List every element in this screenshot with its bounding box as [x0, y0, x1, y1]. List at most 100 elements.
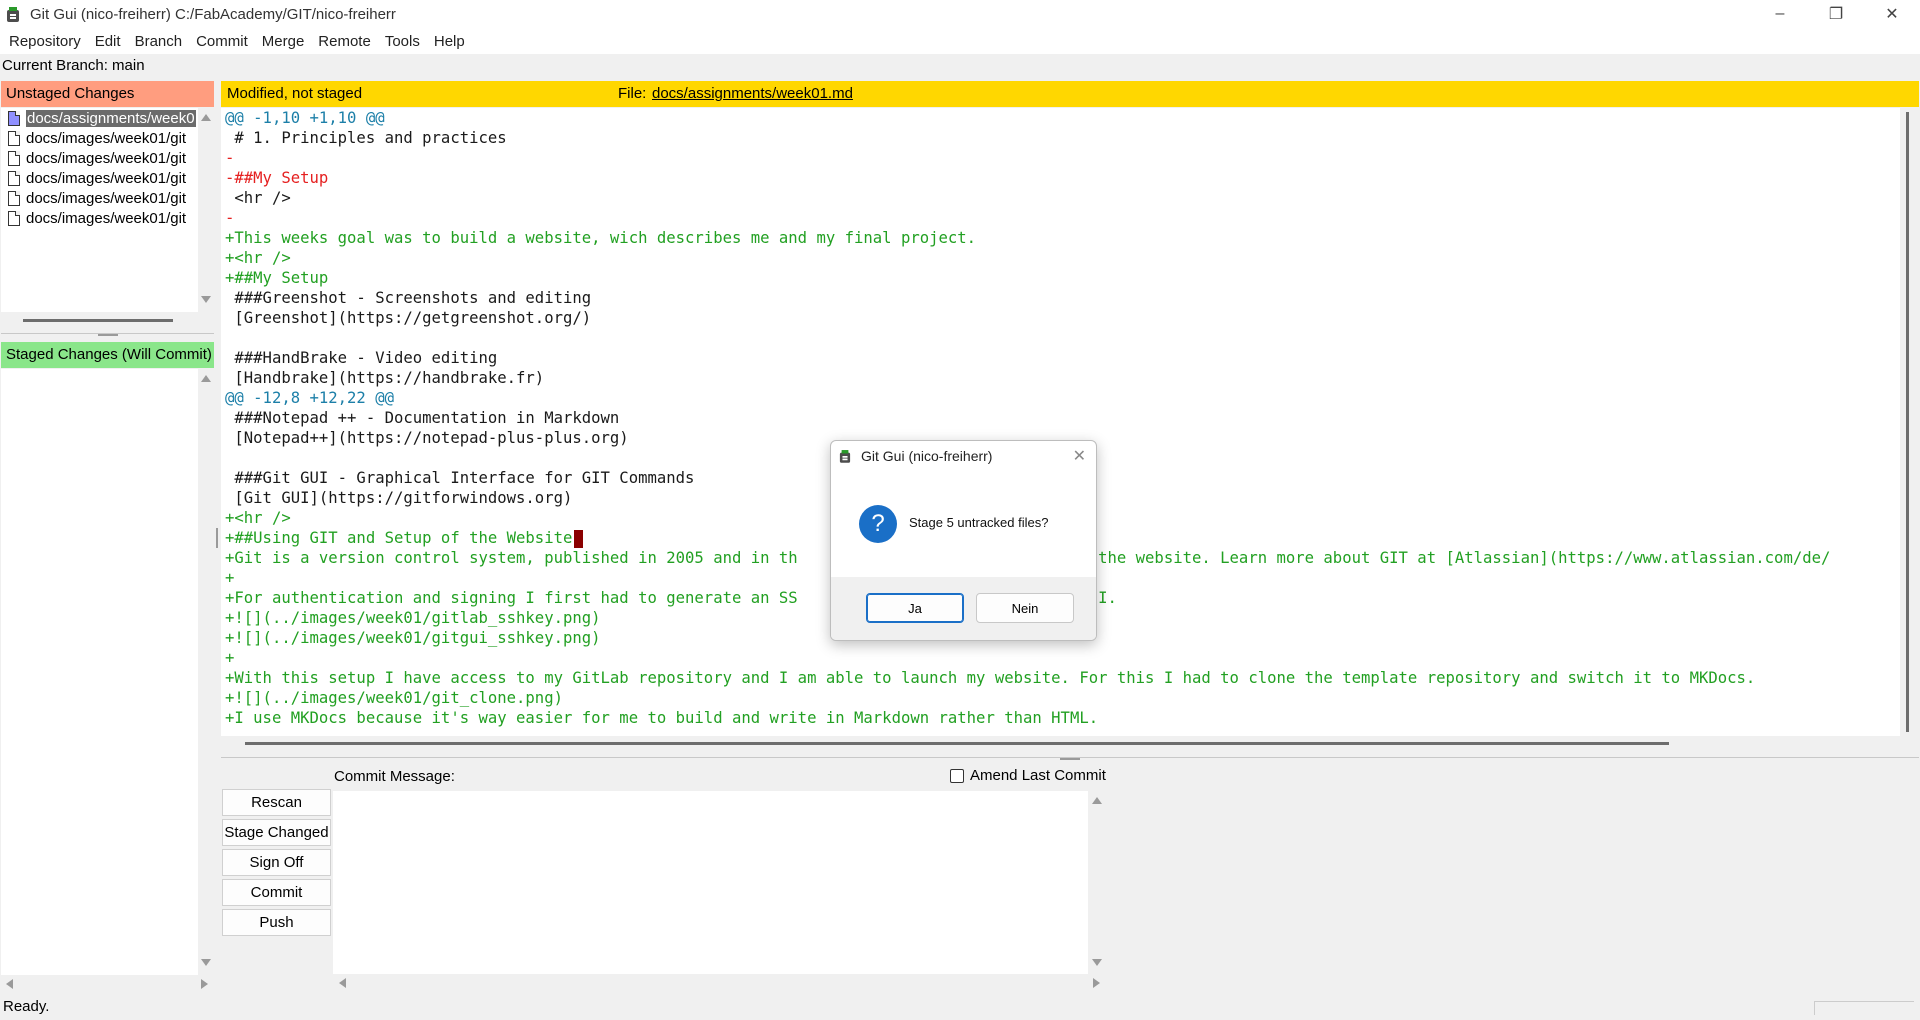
dialog-message: Stage 5 untracked files? [909, 515, 1049, 530]
scroll-up-icon[interactable] [201, 114, 211, 121]
diff-line-add: +##My Setup [225, 269, 329, 287]
menu-tools[interactable]: Tools [378, 33, 427, 50]
unstaged-file-item[interactable]: docs/images/week01/git [1, 208, 198, 228]
scroll-left-icon[interactable] [339, 978, 346, 988]
menu-edit[interactable]: Edit [88, 33, 128, 50]
diff-line-hunk: @@ -12,8 +12,22 @@ [225, 389, 394, 407]
dialog-footer: Ja Nein [831, 577, 1096, 640]
diff-header: Modified, not staged File: docs/assignme… [221, 81, 1919, 107]
diff-line-ctx: ###Greenshot - Screenshots and editing [225, 289, 592, 307]
commit-message-label: Commit Message: [334, 768, 455, 785]
diff-line-ctx [221, 328, 1901, 348]
diff-file-path[interactable]: docs/assignments/week01.md [652, 81, 853, 107]
unstaged-file-list[interactable]: docs/assignments/week0 docs/images/week0… [1, 108, 198, 312]
menu-help[interactable]: Help [427, 33, 472, 50]
push-button[interactable]: Push [222, 909, 331, 936]
file-icon [8, 130, 20, 146]
scroll-down-icon[interactable] [201, 959, 211, 966]
diff-file-label: File: [618, 85, 647, 102]
dialog-yes-button[interactable]: Ja [866, 593, 964, 623]
dialog-title-bar: Git Gui (nico-freiherr) ✕ [831, 441, 1096, 471]
scroll-down-icon[interactable] [201, 296, 211, 303]
dialog-title: Git Gui (nico-freiherr) [861, 448, 993, 464]
amend-last-commit-option[interactable]: Amend Last Commit [950, 767, 1106, 784]
scroll-right-icon[interactable] [201, 979, 208, 989]
restore-icon[interactable]: ❐ [1808, 0, 1864, 28]
diff-hscroll-thumb[interactable] [245, 742, 1669, 745]
scroll-up-icon[interactable] [1092, 797, 1102, 804]
menu-remote[interactable]: Remote [311, 33, 378, 50]
diff-viewer[interactable]: @@ -1,10 +1,10 @@ # 1. Principles and pr… [221, 108, 1901, 736]
scroll-down-icon[interactable] [1092, 959, 1102, 966]
unstaged-file-item[interactable]: docs/images/week01/git [1, 128, 198, 148]
file-icon [8, 190, 20, 206]
window-title: Git Gui (nico-freiherr) C:/FabAcademy/GI… [30, 5, 396, 23]
diff-line-add: + [225, 649, 235, 667]
question-icon: ? [859, 505, 897, 543]
diff-line-del: - [225, 149, 235, 167]
title-bar: Git Gui (nico-freiherr) C:/FabAcademy/GI… [0, 0, 1920, 28]
staged-hscrollbar[interactable] [1, 976, 214, 992]
resize-grip[interactable] [1814, 1001, 1914, 1015]
diff-line-ctx: [Handbrake](https://handbrake.fr) [225, 369, 545, 387]
commit-hscrollbar[interactable] [333, 975, 1106, 991]
unstaged-changes-header: Unstaged Changes [1, 81, 214, 107]
diff-line-add: +![](../images/week01/git_clone.png) [225, 689, 563, 707]
commit-message-input[interactable] [333, 791, 1089, 974]
file-icon [8, 150, 20, 166]
unstaged-file-item[interactable]: docs/images/week01/git [1, 148, 198, 168]
diff-line-ctx: ###Notepad ++ - Documentation in Markdow… [225, 409, 620, 427]
current-branch-label: Current Branch: main [2, 57, 145, 74]
unstaged-file-item[interactable]: docs/images/week01/git [1, 168, 198, 188]
diff-line-ctx: ###HandBrake - Video editing [225, 349, 498, 367]
git-gui-app-icon [5, 5, 21, 23]
menu-commit[interactable]: Commit [189, 33, 255, 50]
diff-line-add: +This weeks goal was to build a website,… [225, 229, 977, 247]
file-icon [8, 210, 20, 226]
diff-line-add: +I use MKDocs because it's way easier fo… [225, 709, 1099, 727]
left-pane-sash-grip[interactable] [98, 334, 118, 336]
rescan-button[interactable]: Rescan [222, 789, 331, 816]
commit-action-buttons: Rescan Stage Changed Sign Off Commit Pus… [222, 789, 331, 939]
unstaged-vscrollbar[interactable] [198, 108, 214, 312]
file-icon [8, 170, 20, 186]
close-icon[interactable]: ✕ [1864, 0, 1920, 28]
scroll-right-icon[interactable] [1093, 978, 1100, 988]
scroll-left-icon[interactable] [6, 979, 13, 989]
diff-vscroll-thumb[interactable] [1906, 112, 1909, 732]
diff-line-ctx: [Greenshot](https://getgreenshot.org/) [225, 309, 592, 327]
diff-line-add: +<hr /> [225, 249, 291, 267]
diff-vscrollbar[interactable] [1900, 108, 1918, 736]
menu-bar: Repository Edit Branch Commit Merge Remo… [0, 28, 1920, 54]
dialog-body: ? Stage 5 untracked files? [831, 471, 1096, 567]
vertical-pane-sash[interactable] [216, 528, 218, 548]
dialog-close-icon[interactable]: ✕ [1073, 446, 1086, 466]
menu-branch[interactable]: Branch [128, 33, 190, 50]
sign-off-button[interactable]: Sign Off [222, 849, 331, 876]
minimize-icon[interactable]: – [1752, 0, 1808, 28]
staged-vscrollbar[interactable] [198, 369, 214, 975]
staged-changes-header: Staged Changes (Will Commit) [1, 342, 214, 368]
amend-label: Amend Last Commit [970, 767, 1106, 784]
unstaged-file-item[interactable]: docs/assignments/week0 [1, 108, 198, 128]
commit-button[interactable]: Commit [222, 879, 331, 906]
commit-vscrollbar[interactable] [1088, 791, 1106, 974]
amend-checkbox[interactable] [950, 768, 964, 783]
stage-changed-button[interactable]: Stage Changed [222, 819, 331, 846]
diff-line-ctx: <hr /> [225, 189, 291, 207]
unstaged-hscroll-thumb[interactable] [23, 319, 173, 322]
text-cursor [574, 529, 584, 548]
diff-line-add: +With this setup I have access to my Git… [225, 669, 1756, 687]
stage-untracked-dialog: Git Gui (nico-freiherr) ✕ ? Stage 5 untr… [830, 440, 1097, 641]
status-bar: Ready. [3, 998, 50, 1015]
diff-line-ctx: # 1. Principles and practices [225, 129, 507, 147]
diff-status: Modified, not staged [227, 85, 363, 102]
diff-line-del: - [225, 209, 235, 227]
menu-repository[interactable]: Repository [2, 33, 88, 50]
unstaged-file-item[interactable]: docs/images/week01/git [1, 188, 198, 208]
dialog-no-button[interactable]: Nein [976, 593, 1074, 623]
menu-merge[interactable]: Merge [255, 33, 312, 50]
staged-file-list[interactable] [1, 369, 198, 975]
diff-commit-sash-grip[interactable] [1060, 758, 1080, 760]
scroll-up-icon[interactable] [201, 375, 211, 382]
